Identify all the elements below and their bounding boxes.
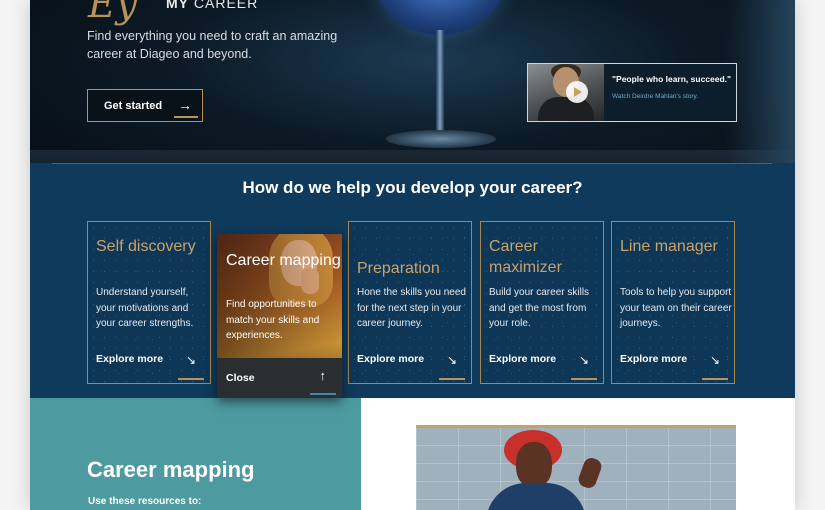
card-accent-bar — [702, 378, 728, 380]
help-title-rest: develop your career? — [405, 178, 583, 197]
video-text: "People who learn, succeed." Watch Deird… — [604, 64, 731, 121]
career-mapping-panel: Career mapping Use these resources to: — [30, 398, 361, 510]
card-career-maximizer[interactable]: Career maximizer Build your career skill… — [480, 221, 604, 384]
video-thumbnail[interactable] — [528, 64, 604, 121]
video-card[interactable]: "People who learn, succeed." Watch Deird… — [527, 63, 737, 122]
photo-body — [486, 483, 586, 510]
hero-glass-base — [386, 130, 496, 148]
explore-more-link[interactable]: Explore more — [620, 353, 687, 365]
get-started-button[interactable]: Get started → — [87, 89, 203, 122]
page: Ey MY CAREER Find everything you need to… — [30, 0, 795, 510]
close-button[interactable]: Close — [226, 372, 255, 384]
card-title: Line manager — [620, 238, 718, 255]
arrow-down-right-icon[interactable]: ↘ — [579, 353, 589, 367]
photo-hand — [576, 455, 604, 491]
hero-title-rest: CAREER — [189, 0, 259, 11]
arrow-down-right-icon[interactable]: ↘ — [186, 353, 196, 367]
career-mapping-subtitle: Use these resources to: — [88, 496, 202, 507]
arrow-down-right-icon[interactable]: ↘ — [710, 353, 720, 367]
card-description: Find opportunities to match your skills … — [226, 299, 320, 341]
hero-script-logo: Ey — [88, 0, 138, 26]
card-description: Hone the skills you need for the next st… — [357, 287, 466, 329]
card-title: Preparation — [357, 260, 440, 277]
help-section: How do we help you develop your career? … — [30, 163, 795, 398]
hero-title: MY CAREER — [166, 0, 258, 11]
arrow-down-right-icon[interactable]: ↘ — [447, 353, 457, 367]
get-started-accent-bar — [174, 116, 198, 118]
card-accent-bar — [439, 378, 465, 380]
card-title: Career mapping — [226, 252, 341, 269]
card-accent-bar — [571, 378, 597, 380]
card-accent-bar — [310, 393, 336, 395]
hero-subtitle: Find everything you need to craft an ama… — [87, 29, 338, 61]
card-preparation[interactable]: Preparation Hone the skills you need for… — [348, 221, 472, 384]
card-description: Tools to help you support your team on t… — [620, 287, 732, 329]
card-self-discovery[interactable]: Self discovery Understand yourself, your… — [87, 221, 211, 384]
hero-title-strong: MY — [166, 0, 189, 11]
help-title: How do we help you develop your career? — [30, 178, 795, 198]
card-description: Build your career skills and get the mos… — [489, 287, 590, 329]
hero-glass-stem — [436, 30, 444, 135]
arrow-up-icon[interactable]: ↑ — [320, 368, 327, 383]
card-description: Understand yourself, your motivations an… — [96, 287, 194, 329]
card-title: Career maximizer — [489, 238, 562, 276]
card-accent-bar — [178, 378, 204, 380]
get-started-label: Get started — [104, 99, 163, 112]
explore-more-link[interactable]: Explore more — [357, 353, 424, 365]
card-title: Self discovery — [96, 238, 196, 255]
photo-face — [516, 442, 552, 488]
video-link[interactable]: Watch Deirdre Mahlan's story. — [612, 93, 731, 100]
explore-more-link[interactable]: Explore more — [96, 353, 163, 365]
hero-section: Ey MY CAREER Find everything you need to… — [30, 0, 795, 190]
arrow-right-icon: → — [178, 97, 192, 113]
help-title-strong: How do we help you — [242, 178, 406, 197]
card-line-manager[interactable]: Line manager Tools to help you support y… — [611, 221, 735, 384]
career-mapping-title: Career mapping — [87, 457, 255, 482]
play-icon[interactable] — [566, 81, 588, 103]
video-quote: "People who learn, succeed." — [612, 74, 732, 84]
card-footer: Close ↑ — [217, 358, 342, 398]
card-career-mapping-active[interactable]: Career mapping Find opportunities to mat… — [217, 234, 342, 398]
thumbnail-body — [538, 97, 594, 121]
explore-more-link[interactable]: Explore more — [489, 353, 556, 365]
career-mapping-photo — [416, 425, 736, 510]
